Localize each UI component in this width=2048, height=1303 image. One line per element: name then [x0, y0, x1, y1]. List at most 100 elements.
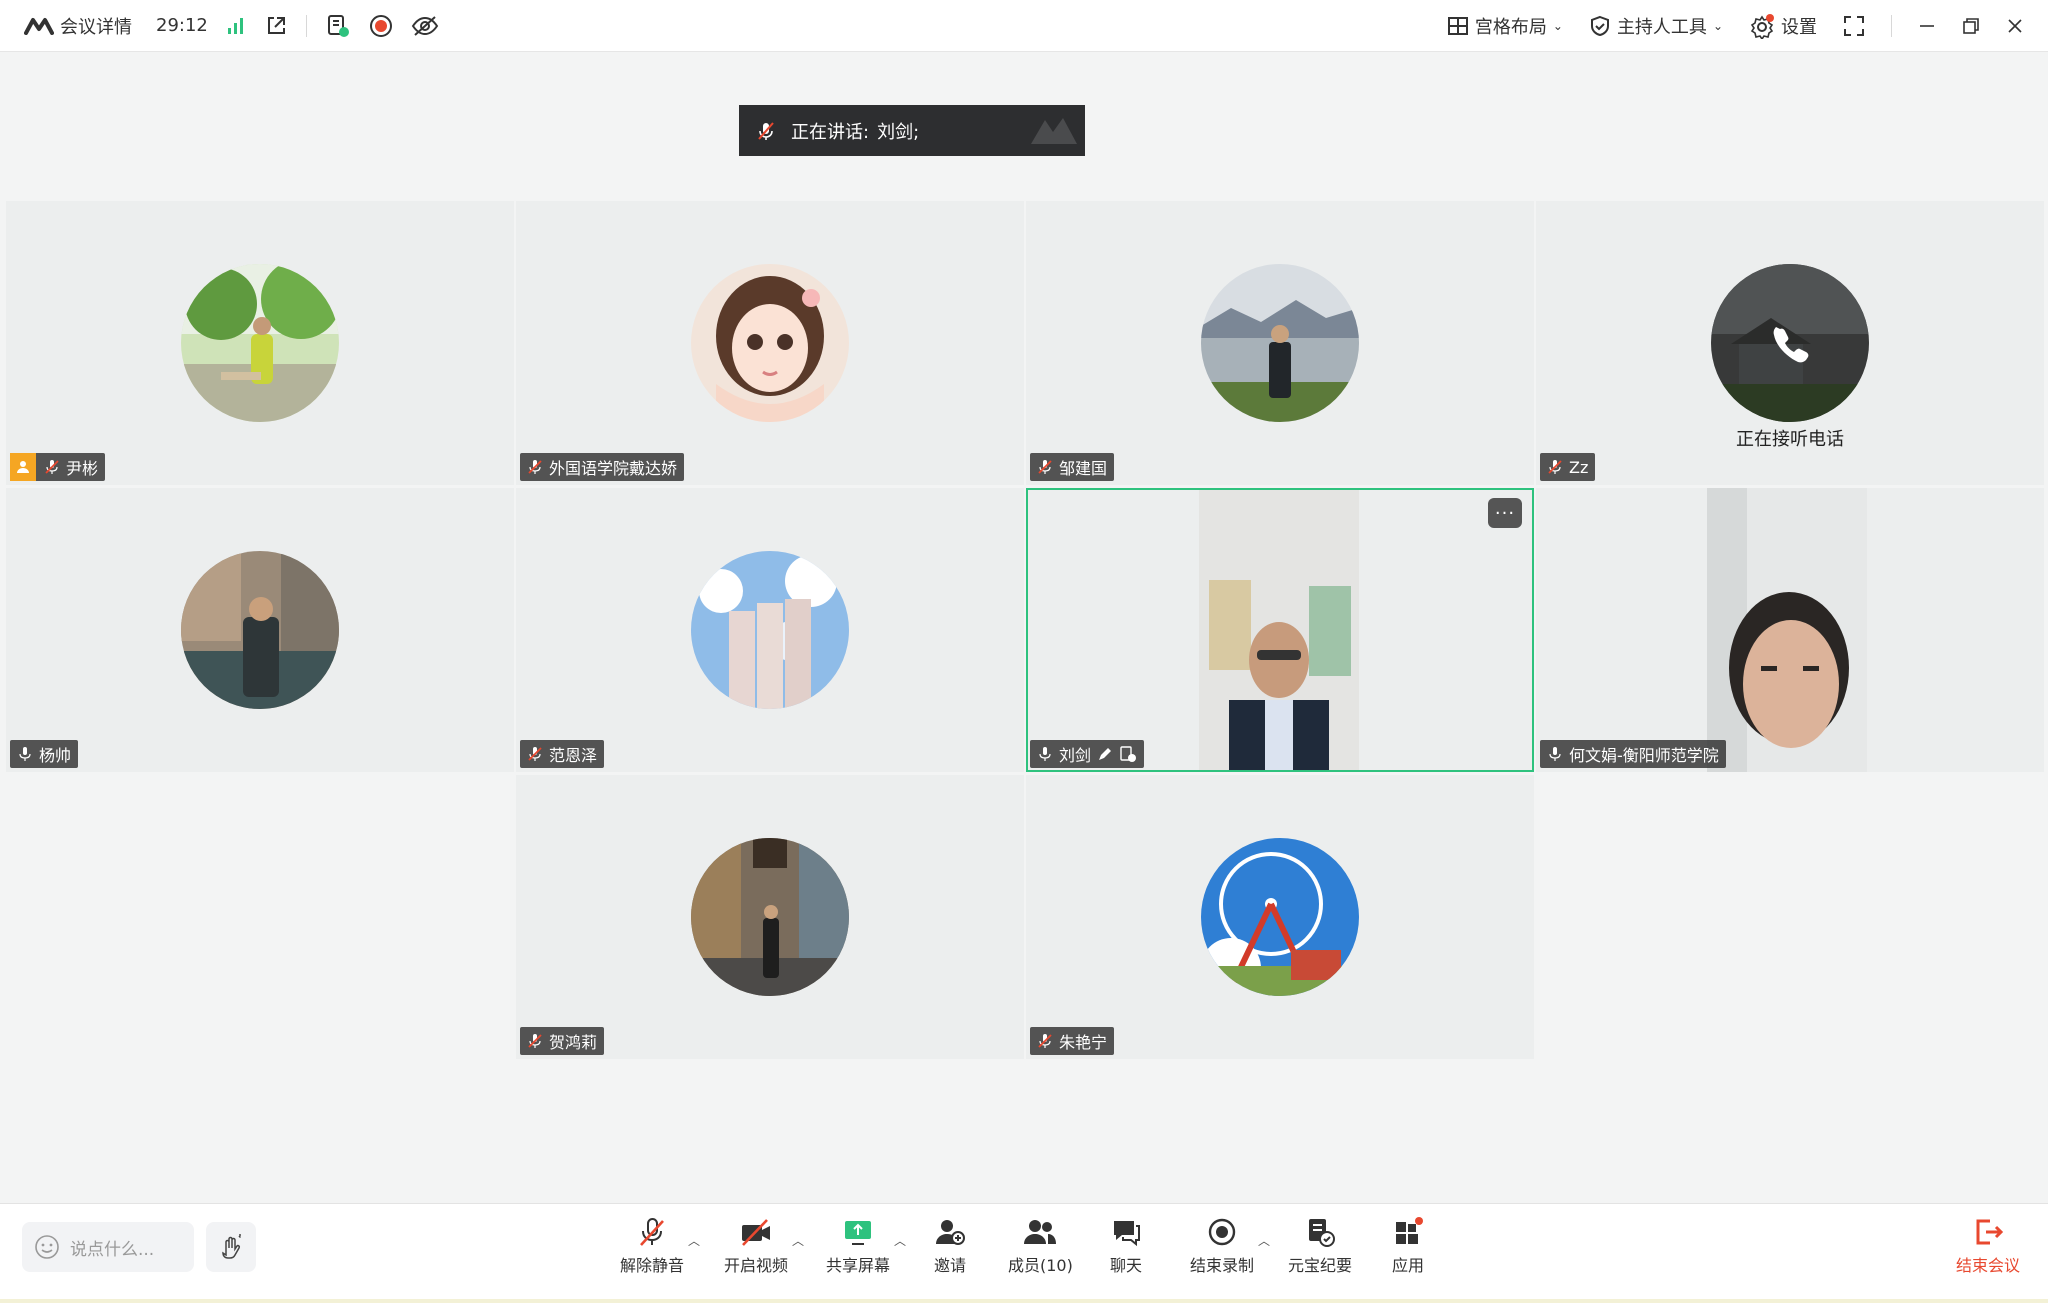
ai-minutes-icon [1119, 745, 1137, 763]
mic-muted-icon [1037, 459, 1053, 475]
signal-strength-icon[interactable] [226, 16, 246, 36]
ai-minutes-icon [1304, 1216, 1336, 1248]
mic-muted-icon [1037, 1033, 1053, 1049]
participant-avatar [691, 551, 849, 709]
emoji-icon [34, 1234, 60, 1260]
end-recording-label: 结束录制 [1190, 1256, 1255, 1275]
add-user-icon [934, 1216, 966, 1248]
ai-minutes-label: 元宝纪要 [1288, 1256, 1353, 1275]
ai-minutes-status-icon[interactable] [325, 13, 351, 39]
chevron-up-icon[interactable]: ︿ [894, 1232, 906, 1249]
participant-avatar [691, 838, 849, 996]
close-icon[interactable] [2006, 17, 2024, 35]
participant-name: 邹建国 [1059, 459, 1108, 478]
active-speaker-bar: 正在讲话: 刘剑; [739, 105, 1085, 156]
host-tools-menu[interactable]: 主持人工具 ⌄ [1589, 13, 1723, 39]
fullscreen-icon[interactable] [1843, 15, 1865, 37]
participant-name-tag: 朱艳宁 [1030, 1027, 1115, 1055]
speaking-label: 正在讲话: [791, 121, 870, 143]
participant-name: 杨帅 [39, 746, 72, 765]
quick-chat-placeholder: 说点什么... [70, 1239, 155, 1260]
mic-muted-icon [1547, 459, 1563, 475]
participant-tile[interactable]: 邹建国 [1026, 201, 1534, 485]
participant-name-tag: 刘剑 [1030, 740, 1145, 768]
chat-label: 聊天 [1110, 1256, 1143, 1275]
participant-name: 朱艳宁 [1059, 1033, 1108, 1052]
mic-icon [17, 746, 33, 762]
mic-muted-icon [527, 1033, 543, 1049]
mic-muted-icon [527, 746, 543, 762]
tencent-meeting-logo-icon [24, 17, 54, 35]
ai-minutes-button[interactable]: 元宝纪要 [1288, 1216, 1352, 1276]
exit-icon [1972, 1216, 2004, 1248]
gear-icon [1749, 13, 1775, 39]
speaker-bar-decoration-icon [1029, 114, 1079, 148]
settings-button[interactable]: 设置 [1749, 13, 1817, 39]
participant-name-tag: Zz [1540, 453, 1596, 481]
mic-muted-icon [44, 459, 60, 475]
chevron-up-icon[interactable]: ︿ [792, 1232, 804, 1249]
end-recording-button[interactable]: 结束录制 ︿ [1190, 1216, 1270, 1276]
participant-name-tag: 何文娟-衡阳师范学院 [1540, 740, 1726, 768]
start-video-button[interactable]: 开启视频 ︿ [724, 1216, 804, 1276]
participant-name-tag: 邹建国 [1030, 453, 1115, 481]
invite-label: 邀请 [934, 1256, 967, 1275]
grid-layout-menu[interactable]: 宫格布局 ⌄ [1447, 13, 1563, 39]
more-options-button[interactable]: ··· [1488, 498, 1522, 528]
grid-layout-icon [1447, 15, 1469, 37]
apps-button[interactable]: 应用 [1392, 1216, 1424, 1276]
chevron-down-icon: ⌄ [1712, 19, 1723, 33]
participant-tile[interactable]: 贺鸿莉 [516, 775, 1024, 1059]
invite-button[interactable]: 邀请 [934, 1216, 966, 1276]
share-screen-icon [842, 1216, 874, 1248]
chat-button[interactable]: 聊天 [1110, 1216, 1142, 1276]
members-label: 成员(10) [1008, 1256, 1073, 1275]
participant-tile[interactable]: 朱艳宁 [1026, 775, 1534, 1059]
participant-name: 尹彬 [66, 459, 99, 478]
recording-icon[interactable] [369, 14, 393, 38]
speaking-name: 刘剑; [877, 121, 920, 143]
meeting-details-button[interactable]: 会议详情 [24, 13, 132, 39]
participant-tile[interactable]: 何文娟-衡阳师范学院 [1536, 488, 2044, 772]
grid-layout-label: 宫格布局 [1474, 17, 1547, 38]
participant-tile[interactable]: 尹彬 [6, 201, 514, 485]
participant-video [1199, 490, 1359, 770]
raise-hand-button[interactable] [206, 1222, 256, 1272]
raise-hand-icon [217, 1233, 245, 1261]
end-meeting-button[interactable]: 结束会议 [1956, 1216, 2020, 1276]
host-badge-icon [10, 453, 36, 481]
members-button[interactable]: 成员(10) [1008, 1216, 1073, 1276]
restore-window-icon[interactable] [1962, 17, 1980, 35]
quick-chat-input[interactable]: 说点什么... [22, 1222, 194, 1272]
window-bottom-edge [0, 1299, 2048, 1303]
divider [1891, 15, 1892, 37]
participant-tile[interactable]: 范恩泽 [516, 488, 1024, 772]
apps-grid-icon [1392, 1216, 1424, 1248]
mic-muted-icon [527, 459, 543, 475]
participant-tile[interactable]: 正在接听电话 Zz [1536, 201, 2044, 485]
participant-name-tag: 杨帅 [10, 740, 79, 768]
participant-avatar [181, 264, 339, 422]
participant-name-tag: 贺鸿莉 [520, 1027, 605, 1055]
mic-icon [1037, 746, 1053, 762]
share-screen-button[interactable]: 共享屏幕 ︿ [826, 1216, 906, 1276]
mic-muted-icon [636, 1216, 668, 1248]
pen-icon [1097, 746, 1113, 762]
share-link-icon[interactable] [264, 14, 288, 38]
participant-tile[interactable]: 外国语学院戴达娇 [516, 201, 1024, 485]
chevron-up-icon[interactable]: ︿ [688, 1232, 700, 1249]
participant-tile[interactable]: 杨帅 [6, 488, 514, 772]
participant-name-tag: 外国语学院戴达娇 [520, 453, 685, 481]
chevron-up-icon[interactable]: ︿ [1258, 1232, 1270, 1249]
shield-icon [1589, 15, 1611, 37]
video-grid: 正在讲话: 刘剑; 尹彬 外国语学院戴达娇 邹建国 正在接听电话 Zz 杨帅 范… [6, 52, 2046, 1203]
hide-eye-icon[interactable] [411, 15, 439, 37]
participant-name: 刘剑 [1059, 746, 1092, 765]
participant-avatar [181, 551, 339, 709]
meeting-toolbar: 说点什么... 解除静音 ︿ 开启视频 ︿ 共享屏幕 ︿ 邀请 成员(10) 聊… [0, 1203, 2048, 1303]
unmute-button[interactable]: 解除静音 ︿ [620, 1216, 700, 1276]
participant-tile-active[interactable]: ··· 刘剑 [1026, 488, 1534, 772]
host-tools-label: 主持人工具 [1616, 17, 1707, 38]
participant-avatar [1201, 264, 1359, 422]
minimize-icon[interactable] [1918, 17, 1936, 35]
